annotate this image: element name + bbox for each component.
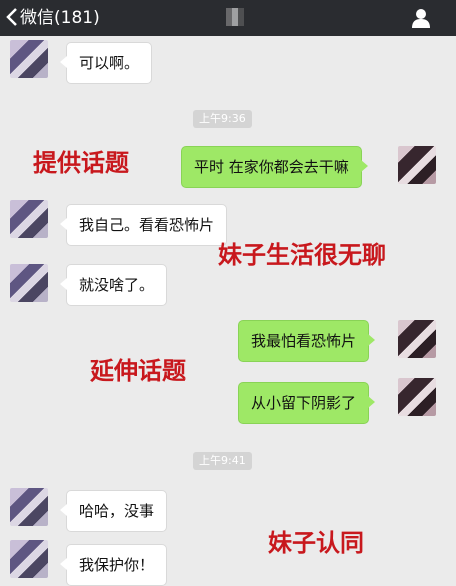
annotation-label: 妹子认同 (268, 528, 364, 557)
received-message-bubble[interactable]: 哈哈，没事 (59, 490, 168, 532)
message-timestamp: 上午9:41 (193, 452, 252, 470)
pixelated-redaction (226, 8, 244, 26)
received-message-bubble[interactable]: 可以啊。 (59, 42, 153, 84)
my-avatar[interactable] (398, 320, 436, 358)
contact-avatar[interactable] (10, 488, 48, 526)
annotation-label: 延伸话题 (90, 356, 186, 385)
received-message-bubble[interactable]: 我自己。看看恐怖片 (59, 204, 228, 246)
contact-avatar[interactable] (10, 540, 48, 578)
contact-avatar[interactable] (10, 264, 48, 302)
chevron-left-icon[interactable] (6, 8, 18, 26)
message-timestamp: 上午9:36 (193, 110, 252, 128)
chat-title[interactable]: 微信(181) (20, 7, 100, 29)
my-avatar[interactable] (398, 378, 436, 416)
annotation-label: 提供话题 (33, 148, 129, 177)
person-icon[interactable] (410, 7, 432, 29)
annotation-label: 妹子生活很无聊 (218, 240, 386, 269)
received-message-bubble[interactable]: 就没啥了。 (59, 264, 168, 306)
contact-avatar[interactable] (10, 200, 48, 238)
contact-avatar[interactable] (10, 40, 48, 78)
sent-message-bubble[interactable]: 从小留下阴影了 (238, 382, 376, 424)
my-avatar[interactable] (398, 146, 436, 184)
sent-message-bubble[interactable]: 平时 在家你都会去干嘛 (181, 146, 368, 188)
chat-header: 微信(181) (0, 0, 456, 36)
sent-message-bubble[interactable]: 我最怕看恐怖片 (238, 320, 376, 362)
